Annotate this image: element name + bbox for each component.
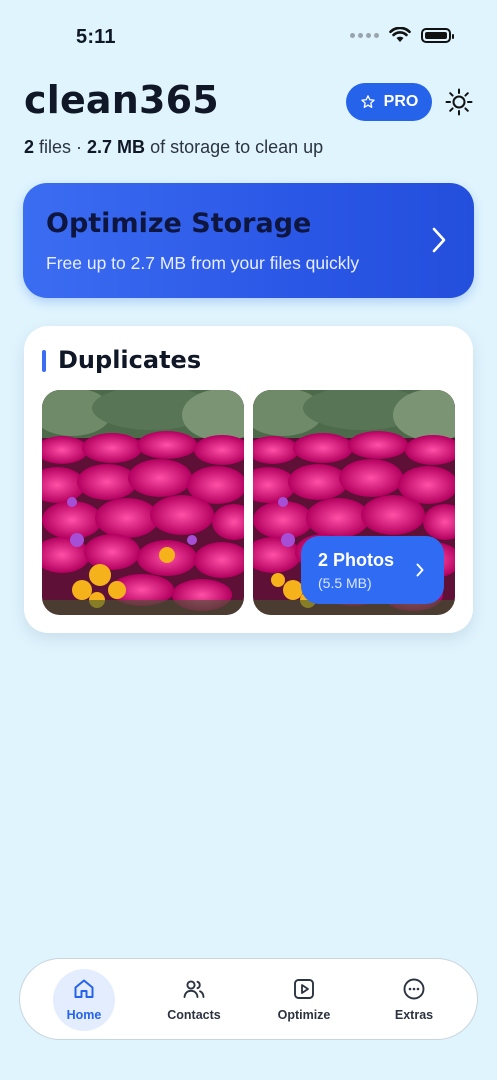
brightness-icon[interactable] xyxy=(444,87,474,117)
optimize-title: Optimize Storage xyxy=(46,208,312,239)
nav-contacts[interactable]: Contacts xyxy=(149,959,239,1041)
app-title: clean365 xyxy=(24,78,219,122)
chevron-right-icon xyxy=(416,563,424,577)
storage-size: 2.7 MB xyxy=(87,137,146,157)
nav-optimize-label: Optimize xyxy=(277,1008,331,1022)
duplicate-photo-1[interactable] xyxy=(42,390,244,615)
status-indicators xyxy=(350,27,454,43)
section-accent-bar xyxy=(42,350,46,372)
storage-summary: 2 files · 2.7 MB of storage to clean up xyxy=(24,137,323,158)
storage-files-count: 2 xyxy=(24,137,35,157)
contacts-icon xyxy=(183,980,205,998)
battery-icon xyxy=(421,27,454,43)
duplicates-card[interactable]: Duplicates 2 Photos (5.5 MB) xyxy=(24,326,473,633)
optimize-storage-card[interactable]: Optimize Storage Free up to 2.7 MB from … xyxy=(23,183,474,298)
nav-optimize[interactable]: Optimize xyxy=(259,959,349,1041)
optimize-subtitle: Free up to 2.7 MB from your files quickl… xyxy=(46,253,360,273)
storage-files-word: files · xyxy=(34,137,88,157)
bottom-nav: Home Contacts Optimize Extras xyxy=(19,958,478,1040)
home-icon xyxy=(74,979,94,998)
signal-icon xyxy=(350,32,379,38)
duplicates-size: (5.5 MB) xyxy=(318,575,372,591)
wifi-icon xyxy=(389,27,411,42)
storage-suffix: of storage to clean up xyxy=(145,137,324,157)
pro-button[interactable]: PRO xyxy=(346,83,432,121)
nav-contacts-label: Contacts xyxy=(167,1008,221,1022)
nav-extras-label: Extras xyxy=(394,1008,434,1022)
pro-label: PRO xyxy=(383,93,419,110)
more-circle-icon xyxy=(403,978,425,1000)
nav-home-label: Home xyxy=(66,1008,102,1022)
nav-home[interactable]: Home xyxy=(39,959,129,1041)
status-time: 5:11 xyxy=(76,26,116,48)
chevron-right-icon xyxy=(432,227,446,253)
star-icon xyxy=(360,95,375,108)
play-square-icon xyxy=(294,979,314,999)
duplicates-count-button[interactable]: 2 Photos (5.5 MB) xyxy=(301,536,444,604)
duplicates-count: 2 Photos xyxy=(318,550,395,570)
nav-extras[interactable]: Extras xyxy=(369,959,459,1041)
duplicates-title: Duplicates xyxy=(58,346,202,374)
